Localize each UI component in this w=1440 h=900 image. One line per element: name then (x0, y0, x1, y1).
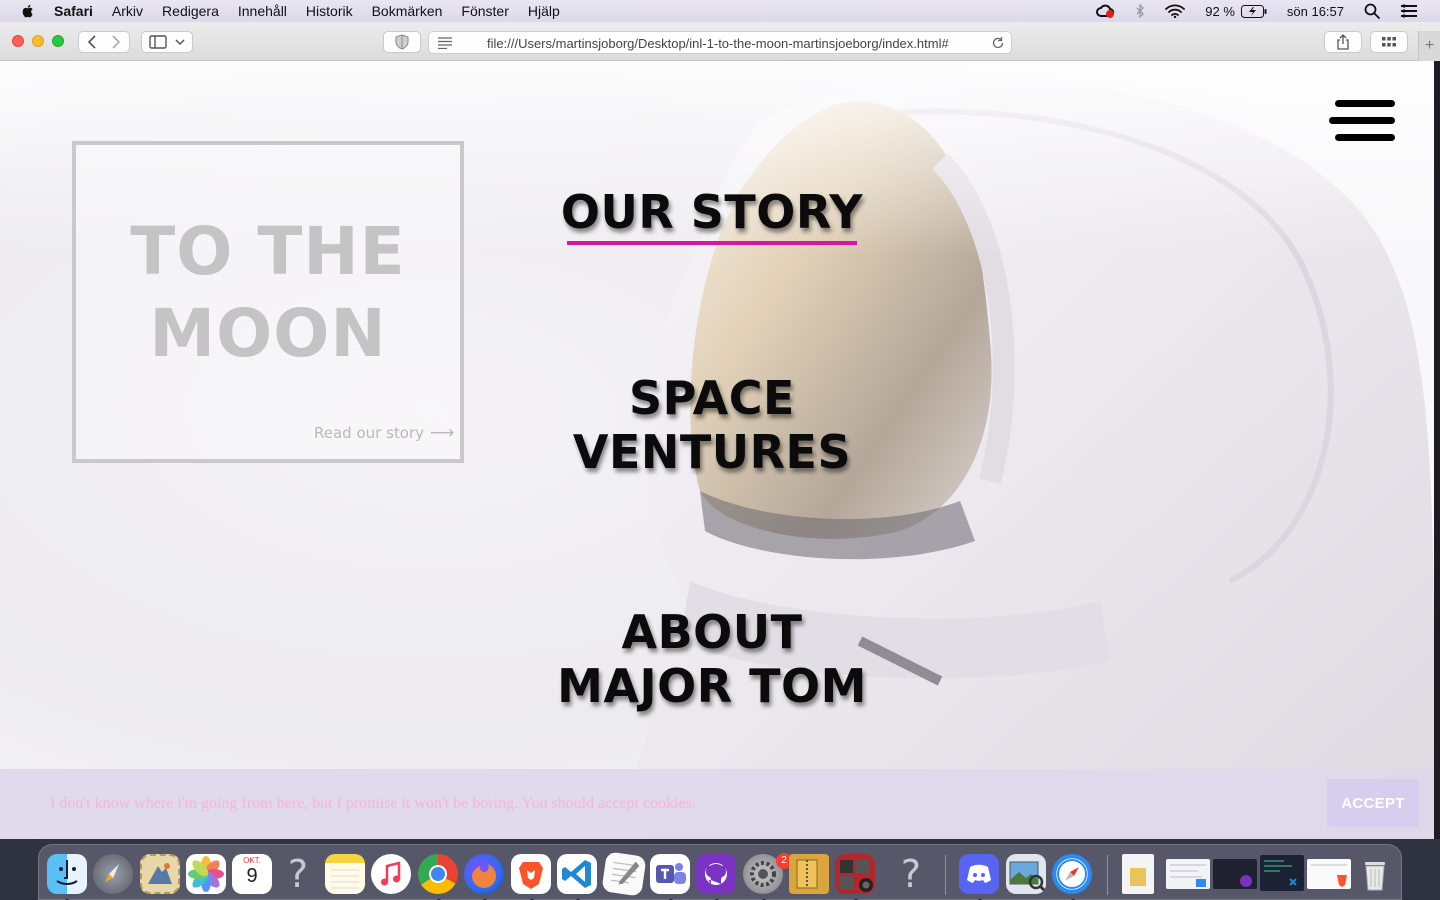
web-page: TO THE MOON Read our story ⟶ OUR STORY S… (0, 61, 1434, 839)
dock-separator (1107, 855, 1108, 895)
menu-bokmarken[interactable]: Bokmärken (372, 3, 443, 19)
reader-view-icon[interactable] (437, 37, 453, 49)
textedit-icon[interactable] (601, 851, 647, 897)
forward-icon[interactable] (104, 33, 128, 51)
dock-separator (945, 855, 946, 895)
hamburger-line (1329, 117, 1395, 124)
plus-icon: + (1424, 37, 1435, 54)
logo-line-1: TO THE (130, 213, 406, 290)
accept-cookies-button[interactable]: ACCEPT (1327, 779, 1419, 827)
hamburger-line (1335, 100, 1395, 107)
back-icon[interactable] (80, 33, 104, 51)
grid-icon (1382, 37, 1396, 47)
github-desktop-icon[interactable] (696, 854, 736, 894)
share-icon (1337, 34, 1349, 50)
browser-toolbar: file:///Users/martinsjoborg/Desktop/inl-… (0, 22, 1440, 61)
sidebar-toggle-group (141, 31, 193, 53)
calendar-month: OKT. (243, 856, 261, 865)
hamburger-menu-button[interactable] (1329, 100, 1395, 142)
creative-cloud-icon[interactable] (1095, 3, 1115, 19)
music-icon[interactable] (371, 854, 411, 894)
discord-icon[interactable] (959, 854, 999, 894)
nav-major-line-1: ABOUT (621, 605, 803, 659)
hamburger-line (1335, 134, 1395, 141)
back-forward-group (78, 31, 130, 53)
minimized-window-thumbnail[interactable] (1307, 859, 1351, 889)
control-center-icon[interactable] (1400, 4, 1418, 18)
calendar-icon[interactable]: OKT. 9 (232, 854, 272, 894)
wifi-icon[interactable] (1165, 4, 1186, 18)
document-thumbnail[interactable] (1122, 854, 1154, 894)
share-button[interactable] (1324, 31, 1362, 53)
url-text: file:///Users/martinsjoborg/Desktop/inl-… (487, 36, 949, 51)
desktop-bottom: OKT. 9 ? 2 ? (0, 839, 1440, 900)
minimized-window-thumbnail[interactable] (1213, 859, 1257, 889)
dock: OKT. 9 ? 2 ? (38, 844, 1402, 900)
calendar-day: 9 (246, 865, 258, 887)
logo-box: TO THE MOON Read our story ⟶ (72, 141, 464, 463)
chevron-down-icon[interactable] (171, 34, 189, 50)
mail-icon[interactable] (140, 854, 180, 894)
close-window-button[interactable] (12, 35, 24, 47)
menu-app-name[interactable]: Safari (54, 3, 93, 19)
firefox-icon[interactable] (464, 854, 504, 894)
notes-icon[interactable] (325, 854, 365, 894)
menu-bar: Safari Arkiv Redigera Innehåll Historik … (0, 0, 1440, 22)
minimized-window-thumbnail[interactable] (1166, 859, 1210, 889)
menu-clock[interactable]: sön 16:57 (1287, 4, 1344, 19)
apple-menu-icon[interactable] (20, 3, 36, 19)
nav-major-line-2: MAJOR TOM (557, 659, 867, 713)
site-logo-title: TO THE MOON (76, 211, 460, 375)
nav-our-story[interactable]: OUR STORY (560, 185, 864, 239)
minimized-window-thumbnail[interactable] (1260, 855, 1304, 891)
cookie-message: I don't know where i'm going from here, … (50, 795, 696, 812)
battery-charging-icon[interactable] (1240, 4, 1267, 18)
trash-icon[interactable] (1355, 854, 1395, 894)
safari-icon[interactable] (1052, 854, 1092, 894)
shield-icon (395, 34, 409, 50)
active-nav-underline (567, 241, 857, 245)
vscode-icon[interactable] (557, 854, 597, 894)
nav-our-story-label: OUR STORY (560, 185, 864, 239)
spotlight-search-icon[interactable] (1364, 3, 1380, 19)
zoom-window-button[interactable] (52, 35, 64, 47)
read-our-story-link[interactable]: Read our story ⟶ (314, 423, 454, 443)
nav-about-major-tom[interactable]: ABOUT MAJOR TOM (520, 605, 904, 713)
menu-historik[interactable]: Historik (306, 3, 353, 19)
preview-icon[interactable] (1006, 854, 1046, 894)
photo-booth-icon[interactable] (835, 854, 875, 894)
finder-icon[interactable] (47, 854, 87, 894)
window-edge (1434, 61, 1440, 839)
cookie-banner: I don't know where i'm going from here, … (0, 769, 1434, 839)
logo-line-2: MOON (149, 295, 387, 372)
arrow-right-icon: ⟶ (430, 423, 455, 443)
address-bar[interactable]: file:///Users/martinsjoborg/Desktop/inl-… (428, 31, 1012, 54)
nav-space-line-2: VENTURES (572, 425, 852, 479)
unknown-app-icon[interactable]: ? (891, 854, 931, 894)
menu-fonster[interactable]: Fönster (461, 3, 508, 19)
nav-space-line-1: SPACE (629, 371, 795, 425)
archive-utility-icon[interactable] (789, 854, 829, 894)
minimize-window-button[interactable] (32, 35, 44, 47)
brave-icon[interactable] (511, 854, 551, 894)
sidebar-icon[interactable] (145, 34, 171, 50)
battery-percent: 92 % (1205, 3, 1235, 19)
menu-arkiv[interactable]: Arkiv (112, 3, 143, 19)
menu-redigera[interactable]: Redigera (162, 3, 219, 19)
chrome-icon[interactable] (418, 854, 458, 894)
nav-space-ventures[interactable]: SPACE VENTURES (520, 371, 904, 479)
read-story-label: Read our story (314, 424, 424, 442)
launchpad-icon[interactable] (93, 854, 133, 894)
menu-innehall[interactable]: Innehåll (238, 3, 287, 19)
reload-icon[interactable] (991, 36, 1005, 50)
menu-hjalp[interactable]: Hjälp (528, 3, 560, 19)
photos-icon[interactable] (186, 854, 226, 894)
new-tab-button[interactable]: + (1418, 31, 1440, 61)
bluetooth-icon[interactable] (1135, 4, 1145, 18)
teams-icon[interactable] (650, 854, 690, 894)
tab-overview-button[interactable] (1370, 31, 1408, 53)
privacy-report-button[interactable] (383, 31, 421, 53)
unknown-app-icon[interactable]: ? (278, 854, 318, 894)
